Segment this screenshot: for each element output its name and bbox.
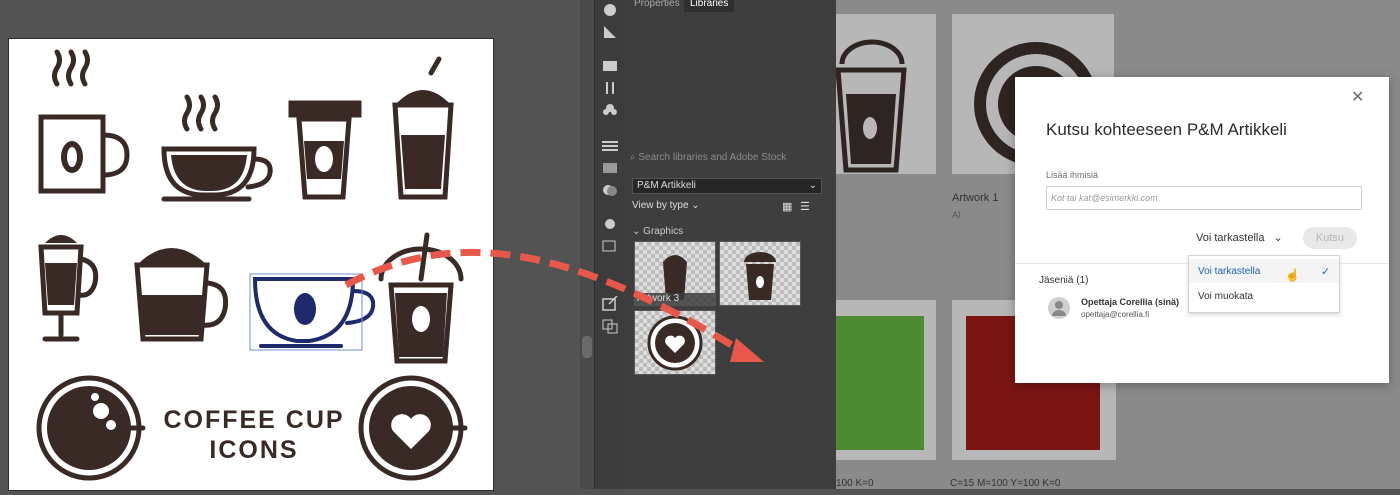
swatch-color xyxy=(836,316,924,450)
permission-value: Voi tarkastella xyxy=(1196,232,1265,244)
swatch-card[interactable] xyxy=(836,300,936,460)
member-name: Opettaja Corellia (sinä) xyxy=(1081,297,1180,307)
add-people-label: Lisää ihmisiä xyxy=(1046,170,1099,180)
menu-item-view[interactable]: Voi tarkastella xyxy=(1198,266,1260,277)
close-icon[interactable]: ✕ xyxy=(1351,87,1364,107)
hand-cursor-icon: ☝ xyxy=(1285,268,1300,282)
avatar xyxy=(1048,297,1070,319)
member-email: opettaja@corellia.fi xyxy=(1081,310,1150,319)
invite-dialog: Kutsu kohteeseen P&M Artikkeli ✕ Lisää i… xyxy=(1015,77,1389,383)
swatch-caption: 100 K=0 xyxy=(836,478,874,489)
user-icon xyxy=(1052,301,1066,316)
swatch-caption: C=15 M=100 Y=100 K=0 xyxy=(950,478,1061,489)
invite-button[interactable]: Kutsu xyxy=(1303,227,1357,249)
chevron-down-icon: ⌄ xyxy=(1273,232,1283,244)
dialog-title: Kutsu kohteeseen P&M Artikkeli xyxy=(1046,120,1287,139)
drag-arrow xyxy=(344,248,764,362)
library-card[interactable] xyxy=(835,14,936,174)
card-type: AI xyxy=(952,210,961,220)
members-label: Jäseniä (1) xyxy=(1039,275,1089,286)
iced-coffee-icon xyxy=(835,39,907,173)
permission-dropdown-menu: Voi tarkastella ☝ ✓ Voi muokata xyxy=(1188,255,1340,313)
permission-select[interactable]: Voi tarkastella ⌄ xyxy=(1196,231,1283,244)
checkmark-icon: ✓ xyxy=(1321,266,1331,278)
arrow-head-icon xyxy=(730,338,764,362)
card-title: Artwork 1 xyxy=(952,192,999,204)
menu-item-edit[interactable]: Voi muokata xyxy=(1198,291,1253,302)
email-field[interactable]: Kot tai kat@esimerkki.com xyxy=(1046,186,1362,210)
